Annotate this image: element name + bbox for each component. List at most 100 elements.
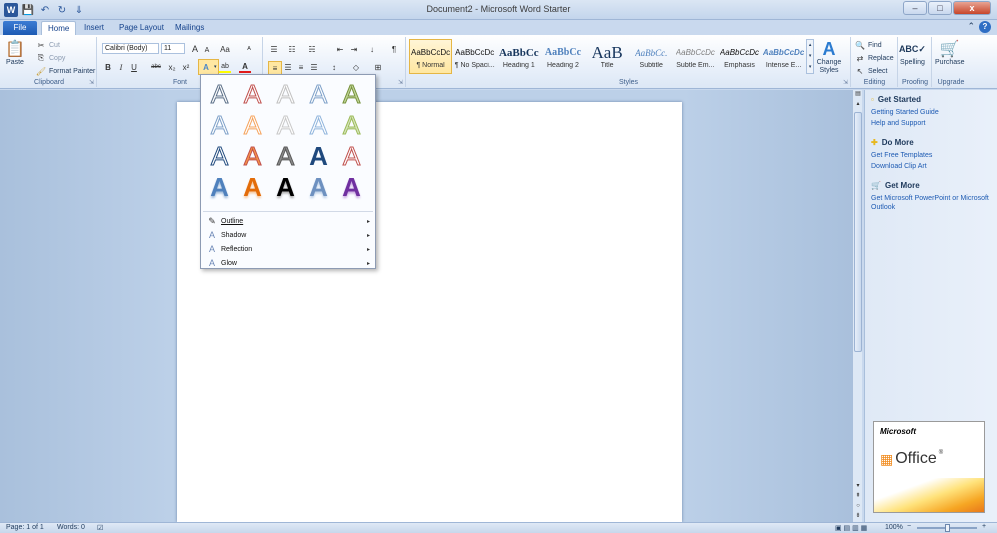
bullets-button[interactable]: ☰ (268, 43, 280, 55)
change-case-button[interactable]: Aa (219, 43, 231, 55)
page-count[interactable]: Page: 1 of 1 (6, 524, 44, 531)
restore-button[interactable]: □ (928, 1, 952, 15)
show-formatting-button[interactable]: ¶ (388, 43, 400, 55)
dialog-launcher-icon[interactable]: ⇲ (843, 79, 848, 86)
dialog-launcher-icon[interactable]: ⇲ (89, 79, 94, 86)
text-effect-option[interactable]: A (302, 79, 335, 110)
format-painter-button[interactable]: 🖌 Format Painter (35, 65, 95, 77)
text-effect-option[interactable]: A (335, 141, 368, 172)
style-heading-2[interactable]: AaBbCc Heading 2 (541, 39, 584, 74)
minimize-ribbon-icon[interactable]: ⌃ (967, 21, 975, 33)
grow-font-button[interactable]: A (189, 43, 201, 55)
ruler-toggle-icon[interactable]: ▤ (853, 90, 863, 99)
free-templates-link[interactable]: Get Free Templates (871, 151, 995, 160)
shadow-menu-item[interactable]: A Shadow ▸ (203, 228, 374, 242)
text-effect-option[interactable]: A (269, 172, 302, 203)
strikethrough-button[interactable]: abc (148, 61, 164, 73)
text-effect-option[interactable]: A (203, 110, 236, 141)
zoom-in-icon[interactable]: + (982, 523, 986, 530)
tab-file[interactable]: File (3, 21, 37, 35)
style-no-spacing[interactable]: AaBbCcDc ¶ No Spaci... (453, 39, 496, 74)
office-advertisement[interactable]: Microsoft ▦ Office ® (873, 421, 985, 513)
scroll-thumb[interactable] (854, 112, 862, 352)
text-effect-option[interactable]: A (236, 110, 269, 141)
text-effect-option[interactable]: A (203, 172, 236, 203)
tab-home[interactable]: Home (41, 21, 77, 35)
scroll-down-icon[interactable]: ▾ (853, 482, 863, 491)
italic-button[interactable]: I (115, 61, 127, 73)
borders-button[interactable]: ⊞ (372, 61, 384, 73)
text-effect-option[interactable]: A (335, 79, 368, 110)
center-button[interactable]: ☰ (282, 61, 294, 73)
style-normal[interactable]: AaBbCcDc ¶ Normal (409, 39, 453, 74)
scroll-up-icon[interactable]: ▴ (853, 100, 863, 109)
line-spacing-button[interactable]: ↕ (328, 61, 340, 73)
get-powerpoint-link[interactable]: Get Microsoft PowerPoint or Microsoft Ou… (871, 194, 995, 212)
text-effect-option[interactable]: A (203, 79, 236, 110)
superscript-button[interactable]: x² (180, 61, 192, 73)
help-icon[interactable]: ? (979, 21, 991, 33)
shading-button[interactable]: ◇ (350, 61, 362, 73)
outline-menu-item[interactable]: ✎ Outline ▸ (203, 214, 374, 228)
spelling-button[interactable]: ABC✓ Spelling (899, 39, 926, 67)
view-buttons[interactable]: ▣ ▤ ▥ ▦ (835, 524, 867, 532)
text-effect-option[interactable]: A (335, 110, 368, 141)
bold-button[interactable]: B (102, 61, 114, 73)
style-subtle-emphasis[interactable]: AaBbCcDc Subtle Em... (674, 39, 717, 74)
dialog-launcher-icon[interactable]: ⇲ (398, 79, 403, 86)
text-effect-option[interactable]: A (269, 79, 302, 110)
style-intense-emphasis[interactable]: AaBbCcDc Intense E... (762, 39, 805, 74)
text-effect-option[interactable]: A (236, 79, 269, 110)
align-left-button[interactable]: ≡ (268, 61, 282, 75)
text-effect-option[interactable]: A (203, 141, 236, 172)
vertical-scrollbar[interactable]: ▤ ▴ ▾ ⇞ ○ ⇟ (852, 90, 862, 522)
justify-button[interactable]: ☰ (308, 61, 320, 73)
help-support-link[interactable]: Help and Support (871, 119, 995, 128)
font-size-combo[interactable]: 11 (161, 43, 185, 54)
next-page-icon[interactable]: ⇟ (853, 512, 863, 521)
style-subtitle[interactable]: AaBbCc. Subtitle (630, 39, 673, 74)
reflection-menu-item[interactable]: A Reflection ▸ (203, 242, 374, 256)
text-effect-option[interactable]: A (302, 141, 335, 172)
find-button[interactable]: 🔍 Find (854, 39, 882, 51)
text-effect-option[interactable]: A (302, 110, 335, 141)
proofing-status-icon[interactable]: ☑ (97, 524, 103, 532)
replace-button[interactable]: ⇄ Replace (854, 52, 894, 64)
align-right-button[interactable]: ≡ (295, 61, 307, 73)
zoom-out-icon[interactable]: − (907, 523, 911, 530)
clip-art-link[interactable]: Download Clip Art (871, 162, 995, 171)
font-name-combo[interactable]: Calibri (Body) (102, 43, 159, 54)
decrease-indent-button[interactable]: ⇤ (334, 43, 346, 55)
purchase-button[interactable]: 🛒 Purchase (935, 39, 965, 66)
zoom-level[interactable]: 100% (885, 524, 903, 531)
highlight-button[interactable]: ab (219, 61, 231, 73)
copy-button[interactable]: ⎘ Copy (35, 52, 66, 64)
browse-object-icon[interactable]: ○ (853, 502, 863, 511)
change-styles-button[interactable]: A Change Styles (814, 39, 844, 75)
style-emphasis[interactable]: AaBbCcDc Emphasis (718, 39, 761, 74)
glow-menu-item[interactable]: A Glow ▸ (203, 256, 374, 270)
text-effects-button[interactable]: A ▾ (198, 59, 219, 75)
paste-button[interactable]: 📋 Paste (5, 39, 25, 66)
underline-button[interactable]: U (128, 61, 140, 73)
zoom-slider[interactable] (917, 524, 977, 532)
styles-gallery-scroll[interactable]: ▴ ▾ ▾ (806, 39, 815, 74)
numbering-button[interactable]: ☷ (286, 43, 298, 55)
style-heading-1[interactable]: AaBbCc Heading 1 (497, 39, 540, 74)
getting-started-guide-link[interactable]: Getting Started Guide (871, 108, 995, 117)
subscript-button[interactable]: x₂ (166, 61, 178, 73)
tab-mailings[interactable]: Mailings (169, 21, 210, 35)
multilevel-button[interactable]: ☵ (306, 43, 318, 55)
text-effect-option[interactable]: A (236, 141, 269, 172)
word-count[interactable]: Words: 0 (57, 524, 85, 531)
cut-button[interactable]: ✂ Cut (35, 39, 60, 51)
text-effect-option[interactable]: A (302, 172, 335, 203)
select-button[interactable]: ↖ Select (854, 65, 888, 77)
minimize-button[interactable]: – (903, 1, 927, 15)
previous-page-icon[interactable]: ⇞ (853, 492, 863, 501)
increase-indent-button[interactable]: ⇥ (348, 43, 360, 55)
font-color-button[interactable]: A (239, 61, 251, 73)
sort-button[interactable]: ↓ (366, 43, 378, 55)
text-effect-option[interactable]: A (269, 110, 302, 141)
zoom-slider-thumb[interactable] (945, 524, 950, 532)
